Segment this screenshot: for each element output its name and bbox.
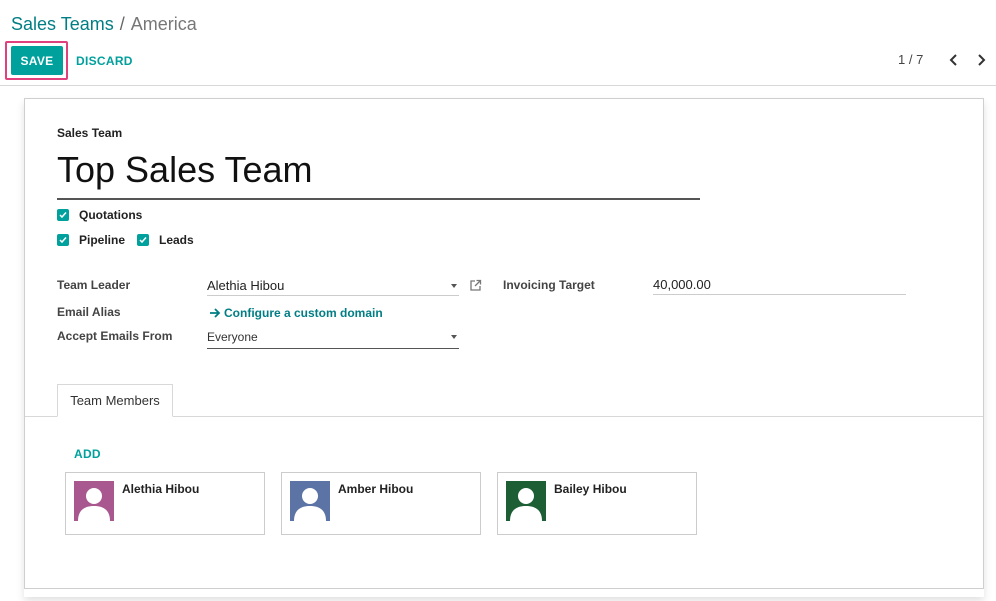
quotations-checkbox[interactable] [57, 209, 69, 221]
leads-option[interactable]: Leads [137, 233, 194, 247]
add-member-button[interactable]: ADD [74, 447, 101, 461]
pager-previous-button[interactable] [944, 49, 964, 71]
invoicing-target-input[interactable]: 40,000.00 [653, 277, 906, 295]
team-leader-label: Team Leader [57, 278, 131, 292]
pager-next-button[interactable] [971, 49, 991, 71]
pipeline-label: Pipeline [79, 233, 126, 247]
configure-domain-link[interactable]: Configure a custom domain [209, 306, 383, 320]
accept-emails-label: Accept Emails From [57, 329, 173, 343]
external-link-button[interactable] [469, 279, 482, 297]
chevron-left-icon [949, 54, 957, 66]
breadcrumb: Sales Teams / America [11, 13, 197, 35]
team-leader-value: Alethia Hibou [207, 278, 285, 293]
member-name: Alethia Hibou [122, 482, 200, 496]
team-leader-select[interactable]: Alethia Hibou [207, 278, 459, 296]
arrow-right-icon [210, 308, 221, 318]
chevron-right-icon [978, 54, 986, 66]
leads-checkbox[interactable] [137, 234, 149, 246]
control-panel: Sales Teams / America SAVE DISCARD 1 / 7 [0, 0, 996, 86]
avatar [506, 481, 546, 521]
accept-emails-select[interactable]: Everyone [207, 329, 459, 349]
avatar [74, 481, 114, 521]
member-name: Bailey Hibou [554, 482, 627, 496]
user-avatar-icon [74, 481, 114, 521]
dropdown-caret-icon [451, 335, 457, 339]
quotations-label: Quotations [79, 208, 143, 222]
user-avatar-icon [290, 481, 330, 521]
pager-value[interactable]: 1 / 7 [898, 52, 923, 67]
accept-emails-value: Everyone [207, 330, 258, 344]
member-card[interactable]: Alethia Hibou [65, 472, 265, 535]
dropdown-caret-icon [451, 284, 457, 288]
check-icon [59, 237, 67, 244]
quotations-option[interactable]: Quotations [57, 208, 142, 222]
pipeline-option[interactable]: Pipeline [57, 233, 125, 247]
check-icon [139, 237, 147, 244]
sales-team-label: Sales Team [57, 126, 123, 140]
configure-domain-text: Configure a custom domain [224, 306, 383, 320]
member-name: Amber Hibou [338, 482, 414, 496]
discard-button[interactable]: DISCARD [70, 46, 139, 75]
external-link-icon [470, 279, 482, 291]
check-icon [59, 212, 67, 219]
member-card[interactable]: Bailey Hibou [497, 472, 697, 535]
pipeline-checkbox[interactable] [57, 234, 69, 246]
tab-team-members[interactable]: Team Members [57, 384, 173, 417]
team-name-input[interactable]: Top Sales Team [57, 148, 700, 200]
email-alias-label: Email Alias [57, 305, 121, 319]
avatar [290, 481, 330, 521]
invoicing-target-label: Invoicing Target [503, 278, 595, 292]
breadcrumb-separator: / [119, 14, 125, 34]
breadcrumb-sales-teams[interactable]: Sales Teams [11, 14, 114, 34]
member-card[interactable]: Amber Hibou [281, 472, 481, 535]
save-button[interactable]: SAVE [11, 46, 63, 75]
user-avatar-icon [506, 481, 546, 521]
leads-label: Leads [159, 233, 194, 247]
breadcrumb-current: America [130, 14, 197, 34]
